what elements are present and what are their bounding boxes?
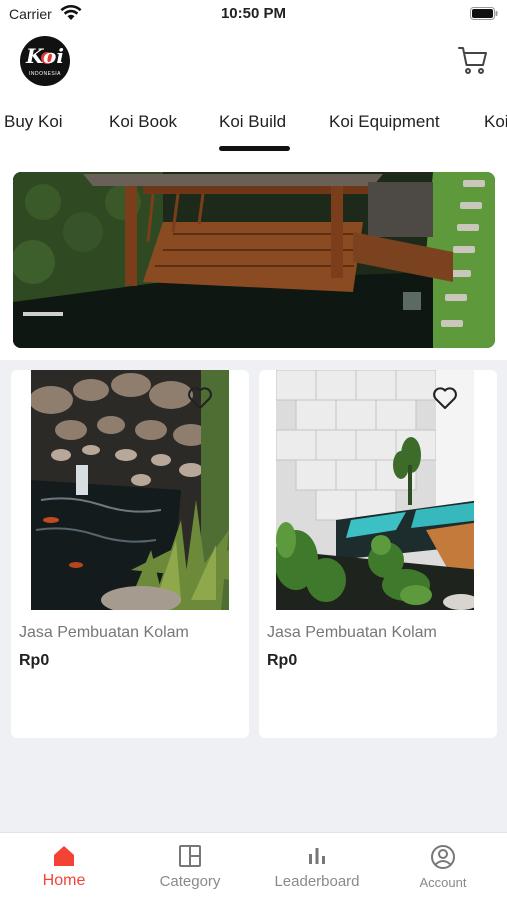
koi-logo[interactable]: Koi INDONESIA	[20, 36, 70, 86]
category-icon	[179, 845, 201, 867]
product-price: Rp0	[19, 652, 50, 669]
tab-koi-equipment[interactable]: Koi Equipment	[329, 112, 440, 132]
nav-category-label: Category	[159, 873, 221, 890]
home-icon	[54, 846, 74, 866]
status-bar: Carrier 10:50 PM	[0, 0, 507, 28]
nav-category[interactable]: Category	[127, 833, 253, 900]
logo-subtext: INDONESIA	[28, 71, 61, 77]
banner-section	[0, 158, 507, 360]
account-icon	[431, 845, 455, 869]
product-image	[31, 370, 229, 610]
product-card[interactable]: Jasa Pembuatan Kolam Rp0	[259, 370, 497, 738]
nav-home-label: Home	[42, 872, 86, 889]
tab-koi-build[interactable]: Koi Build	[219, 112, 286, 132]
product-price: Rp0	[267, 652, 298, 669]
heart-outline-icon[interactable]	[432, 386, 458, 410]
nav-account[interactable]: Account	[380, 833, 506, 900]
tab-koi-book[interactable]: Koi Book	[109, 112, 177, 132]
nav-leaderboard-label: Leaderboard	[274, 873, 360, 890]
bottom-navigation: Home Category Leaderboard Account	[0, 832, 507, 900]
nav-account-label: Account	[419, 875, 467, 890]
heart-outline-icon[interactable]	[187, 386, 213, 410]
product-card[interactable]: Jasa Pembuatan Kolam Rp0	[11, 370, 249, 738]
tab-buy-koi[interactable]: Buy Koi	[4, 112, 63, 132]
category-tabs: Buy Koi Koi Book Koi Build Koi Equipment…	[0, 100, 507, 158]
product-name: Jasa Pembuatan Kolam	[267, 624, 437, 641]
product-image	[276, 370, 474, 610]
banner-image	[13, 172, 495, 348]
tab-koi[interactable]: Koi	[484, 112, 507, 132]
cart-icon[interactable]	[457, 44, 489, 76]
app-header: Koi INDONESIA	[0, 28, 507, 100]
leaderboard-icon	[309, 848, 325, 864]
product-name: Jasa Pembuatan Kolam	[19, 624, 189, 641]
promo-banner[interactable]	[13, 172, 495, 348]
nav-home[interactable]: Home	[1, 833, 127, 900]
battery-icon	[470, 7, 498, 20]
active-tab-indicator	[219, 146, 290, 151]
logo-text: Koi	[26, 44, 64, 68]
nav-leaderboard[interactable]: Leaderboard	[254, 833, 380, 900]
clock: 10:50 PM	[220, 5, 287, 22]
